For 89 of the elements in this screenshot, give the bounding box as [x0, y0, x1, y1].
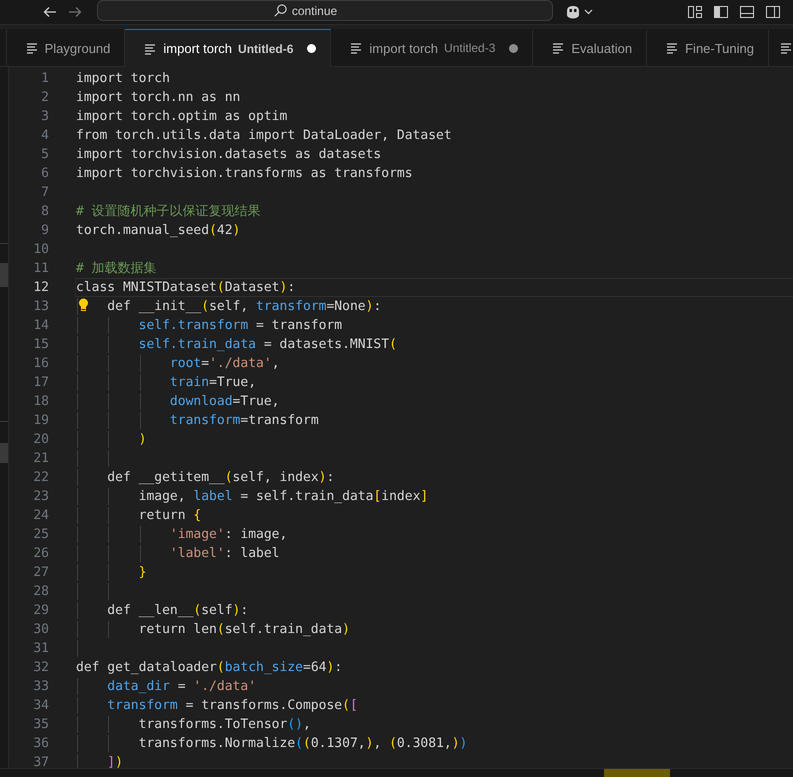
line-number: 4 [40, 127, 49, 145]
file-icon [779, 41, 793, 55]
line-number: 13 [32, 298, 49, 316]
line-number: 8 [40, 203, 49, 221]
code-line: } [138, 565, 146, 580]
code-line: self.transform = transform [138, 318, 342, 333]
command-center[interactable]: continue [97, 0, 553, 21]
code-line: torch.manual_seed(42) [76, 223, 240, 238]
search-icon [272, 3, 288, 18]
code-line: download=True, [168, 394, 280, 409]
line-number: 3 [40, 108, 49, 126]
code-line: def __getitem__(self, index): [106, 470, 334, 485]
code-line: import torch [76, 71, 170, 86]
line-number: 17 [32, 374, 49, 392]
line-number: 7 [40, 184, 49, 202]
code-line: return len(self.train_data) [138, 622, 350, 637]
line-number: 11 [32, 260, 49, 278]
file-icon [551, 41, 566, 55]
line-number: 34 [32, 697, 49, 715]
line-number: 16 [32, 355, 49, 373]
code-line: transform = transforms.Compose([ [106, 698, 358, 713]
code-line: def get_dataloader(batch_size=64): [76, 660, 342, 675]
code-line: class MNISTDataset(Dataset): [76, 280, 296, 295]
code-line: return { [138, 508, 202, 523]
code-line: ]) [106, 755, 123, 768]
scrollbar-thumb[interactable] [0, 263, 8, 287]
layout-icon[interactable] [687, 4, 703, 20]
code-line: train=True, [168, 375, 256, 390]
code-line: self.train_data = datasets.MNIST( [138, 337, 397, 352]
editor-tab[interactable]: import torch Untitled-3 [331, 29, 534, 66]
line-number: 25 [32, 526, 49, 544]
line-number: 37 [32, 754, 49, 768]
panel-toggle-icon[interactable] [739, 4, 755, 20]
line-number: 21 [32, 450, 49, 468]
code-line: import torchvision.transforms as transforms [76, 166, 413, 181]
line-number: 28 [32, 583, 49, 601]
code-line: import torch.optim as optim [76, 109, 288, 124]
line-number: 14 [32, 317, 49, 335]
line-number: 2 [40, 89, 49, 107]
line-number: 23 [32, 488, 49, 506]
line-number: 35 [32, 716, 49, 734]
line-number: 9 [40, 222, 49, 240]
code-line: transforms.Normalize((0.1307,), (0.3081,)) [138, 736, 468, 751]
code-line: root='./data', [168, 356, 280, 371]
secondary-sidebar-icon[interactable] [765, 4, 781, 20]
line-number: 26 [32, 545, 49, 563]
line-number: 15 [32, 336, 49, 354]
code-line: 'image': image, [168, 527, 288, 542]
code-line: image, label = self.train_data[index] [138, 489, 428, 504]
code-line: data_dir = './data' [106, 679, 256, 694]
line-number: 29 [32, 602, 49, 620]
code-line: transform=transform [168, 413, 319, 428]
code-line: import torch.nn as nn [76, 90, 240, 105]
line-number: 32 [32, 659, 49, 677]
line-number: 20 [32, 431, 49, 449]
code-line: # 加载数据集 [76, 261, 157, 276]
lightbulb-icon[interactable] [78, 298, 89, 313]
scrollbar-thumb[interactable] [0, 443, 8, 463]
code-line: 'label': label [168, 546, 280, 561]
line-number: 36 [32, 735, 49, 753]
line-number: 12 [32, 279, 49, 297]
code-line: transforms.ToTensor(), [138, 717, 311, 732]
editor-tab[interactable]: import torch Untitled-6 [125, 29, 332, 67]
line-number: 31 [32, 640, 49, 658]
line-number: 30 [32, 621, 49, 639]
code-line: # 设置随机种子以保证复现结果 [76, 204, 261, 219]
line-number: 22 [32, 469, 49, 487]
line-number: 10 [32, 241, 49, 259]
line-number: 27 [32, 564, 49, 582]
file-icon [143, 42, 158, 56]
code-line: def __init__(self, transform=None): [76, 299, 382, 314]
sidebar-toggle-icon[interactable] [713, 4, 729, 20]
line-number: 18 [32, 393, 49, 411]
line-number: 6 [40, 165, 49, 183]
editor-tab[interactable]: Fine-Tuning [647, 29, 769, 66]
code-line: ) [138, 432, 146, 447]
line-number: 5 [40, 146, 49, 164]
line-number: 19 [32, 412, 49, 430]
line-number: 33 [32, 678, 49, 696]
code-line: def __len__(self): [106, 603, 248, 618]
editor-tab[interactable]: Evaluation [533, 29, 648, 66]
line-number: 24 [32, 507, 49, 525]
code-line: import torchvision.datasets as datasets [76, 147, 382, 162]
code-line: from torch.utils.data import DataLoader, Dataset [76, 128, 452, 143]
copilot-icon[interactable] [565, 4, 595, 20]
file-icon [349, 41, 364, 55]
line-number: 1 [40, 70, 49, 88]
file-icon [24, 41, 39, 55]
file-icon [665, 41, 680, 55]
